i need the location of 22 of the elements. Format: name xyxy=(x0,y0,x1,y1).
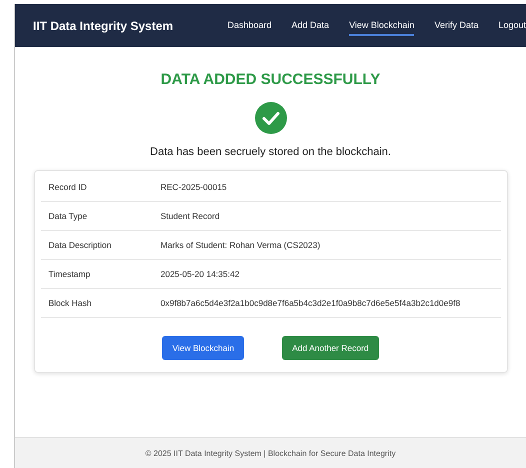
action-button[interactable]: Add Another Record xyxy=(282,336,379,360)
field-value: 2025-05-20 14:35:42 xyxy=(160,269,240,279)
field-label: Data Type xyxy=(48,211,88,221)
field-label: Record ID xyxy=(48,182,88,192)
nav-link[interactable]: Add Data xyxy=(292,16,330,36)
field-value: 0x9f8b7a6c5d4e3f2a1b0c9d8e7f6a5b4c3d2e1f0a9b8c7d6e5e5f4a3b2c1d0e9f8 xyxy=(160,298,460,308)
nav-link[interactable]: Dashboard xyxy=(228,16,272,36)
action-button[interactable]: View Blockchain xyxy=(162,336,244,360)
field-label: Timestamp xyxy=(48,269,92,279)
success-heading: DATA ADDED SUCCESSFULLY xyxy=(160,71,380,88)
field-value: Marks of Student: Rohan Verma (CS2023) xyxy=(160,240,320,250)
field-label: Data Description xyxy=(48,240,112,250)
field-label: Block Hash xyxy=(48,298,92,308)
nav-link[interactable]: View Blockchain xyxy=(349,16,414,36)
nav-link[interactable]: Verify Data xyxy=(434,16,478,36)
field-value: Student Record xyxy=(160,211,220,221)
brand-title: IIT Data Integrity System xyxy=(33,18,174,32)
nav-link[interactable]: Logout xyxy=(498,16,526,36)
field-value: REC-2025-00015 xyxy=(160,182,227,192)
success-message: Data has been secruely stored on the blockchain. xyxy=(150,146,391,158)
check-icon xyxy=(254,102,286,134)
footer-text: © 2025 IIT Data Integrity System | Blockchain for Secure Data Integrity xyxy=(145,448,396,458)
